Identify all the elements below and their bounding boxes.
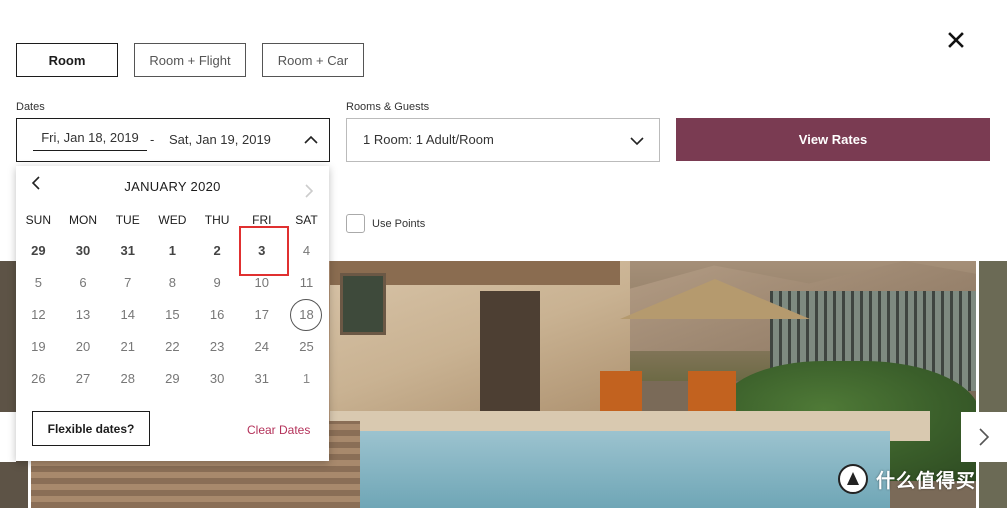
calendar-day[interactable]: 21 xyxy=(105,331,150,363)
watermark: 什么值得买 xyxy=(838,464,976,494)
calendar-day[interactable]: 9 xyxy=(195,267,240,299)
view-rates-button[interactable]: View Rates xyxy=(676,118,990,161)
date-picker-calendar: JANUARY 2020 SUN MON TUE WED THU FRI SAT… xyxy=(16,166,329,461)
calendar-day[interactable]: 25 xyxy=(284,331,329,363)
use-points-option[interactable]: Use Points xyxy=(346,214,425,233)
calendar-day[interactable]: 7 xyxy=(105,267,150,299)
calendar-day[interactable]: 5 xyxy=(16,267,61,299)
calendar-day[interactable]: 16 xyxy=(195,299,240,331)
calendar-day[interactable]: 19 xyxy=(16,331,61,363)
flexible-dates-button[interactable]: Flexible dates? xyxy=(32,411,150,446)
chevron-down-icon[interactable] xyxy=(629,133,645,149)
chevron-right-icon xyxy=(979,428,990,446)
dow-wed: WED xyxy=(158,213,187,227)
calendar-day[interactable]: 4 xyxy=(284,235,329,267)
carousel-prev-button[interactable] xyxy=(0,412,16,462)
calendar-day[interactable]: 31 xyxy=(105,235,150,267)
dow-thu: THU xyxy=(204,213,230,227)
calendar-day[interactable]: 24 xyxy=(239,331,284,363)
calendar-day-selected[interactable]: 18 xyxy=(284,299,329,331)
check-in-date[interactable]: Fri, Jan 18, 2019 xyxy=(33,119,147,151)
carousel-next-button[interactable] xyxy=(961,412,1007,462)
calendar-day[interactable]: 29 xyxy=(16,235,61,267)
calendar-week: 12 13 14 15 16 17 18 xyxy=(16,299,329,331)
calendar-day[interactable]: 15 xyxy=(150,299,195,331)
watermark-logo-icon xyxy=(838,464,868,494)
calendar-day[interactable]: 27 xyxy=(61,363,106,395)
calendar-day[interactable]: 30 xyxy=(195,363,240,395)
calendar-day[interactable]: 31 xyxy=(239,363,284,395)
calendar-day[interactable]: 22 xyxy=(150,331,195,363)
selected-day-ring xyxy=(290,299,323,331)
dow-sun: SUN xyxy=(25,213,52,227)
calendar-day[interactable]: 30 xyxy=(61,235,106,267)
tab-room[interactable]: Room xyxy=(16,43,118,77)
check-out-date[interactable]: Sat, Jan 19, 2019 xyxy=(169,132,271,147)
watermark-text: 什么值得买 xyxy=(876,469,977,492)
calendar-day[interactable]: 26 xyxy=(16,363,61,395)
rooms-guests-select[interactable]: 1 Room: 1 Adult/Room xyxy=(346,118,660,162)
calendar-week: 26 27 28 29 30 31 1 xyxy=(16,363,329,395)
calendar-day[interactable]: 2 xyxy=(195,235,240,267)
rooms-guests-value: 1 Room: 1 Adult/Room xyxy=(363,132,494,147)
calendar-day[interactable]: 6 xyxy=(61,267,106,299)
date-separator: - xyxy=(150,132,155,147)
calendar-next-month-icon[interactable] xyxy=(301,182,317,200)
calendar-day[interactable]: 17 xyxy=(239,299,284,331)
calendar-month-title: JANUARY 2020 xyxy=(124,179,221,194)
close-icon[interactable] xyxy=(946,30,966,50)
calendar-day[interactable]: 28 xyxy=(105,363,150,395)
calendar-week: 29 30 31 1 2 3 4 xyxy=(16,226,329,276)
dates-label: Dates xyxy=(16,101,45,113)
dow-mon: MON xyxy=(69,213,98,227)
clear-dates-link[interactable]: Clear Dates xyxy=(247,423,310,437)
dates-field[interactable]: Fri, Jan 18, 2019 - Sat, Jan 19, 2019 xyxy=(16,118,330,162)
calendar-day[interactable]: 11 xyxy=(284,267,329,299)
use-points-label: Use Points xyxy=(372,217,426,230)
calendar-week: 5 6 7 8 9 10 11 xyxy=(16,267,329,299)
calendar-day[interactable]: 14 xyxy=(105,299,150,331)
calendar-day-highlighted[interactable]: 3 xyxy=(239,226,290,276)
calendar-day[interactable]: 13 xyxy=(61,299,106,331)
calendar-grid: SUN MON TUE WED THU FRI SAT 29 30 31 1 2… xyxy=(16,213,329,395)
calendar-day[interactable]: 1 xyxy=(150,235,195,267)
chevron-up-icon[interactable] xyxy=(303,132,319,148)
tab-room-car[interactable]: Room + Car xyxy=(262,43,364,77)
calendar-day[interactable]: 20 xyxy=(61,331,106,363)
dow-sat: SAT xyxy=(295,213,318,227)
calendar-day[interactable]: 12 xyxy=(16,299,61,331)
calendar-day[interactable]: 10 xyxy=(239,267,284,299)
dow-tue: TUE xyxy=(115,213,140,227)
use-points-checkbox[interactable] xyxy=(346,214,365,233)
rooms-guests-label: Rooms & Guests xyxy=(346,101,430,113)
calendar-day[interactable]: 29 xyxy=(150,363,195,395)
calendar-day[interactable]: 1 xyxy=(284,363,329,395)
calendar-week: 19 20 21 22 23 24 25 xyxy=(16,331,329,363)
tab-room-flight[interactable]: Room + Flight xyxy=(134,43,246,77)
calendar-day[interactable]: 8 xyxy=(150,267,195,299)
calendar-day[interactable]: 23 xyxy=(195,331,240,363)
